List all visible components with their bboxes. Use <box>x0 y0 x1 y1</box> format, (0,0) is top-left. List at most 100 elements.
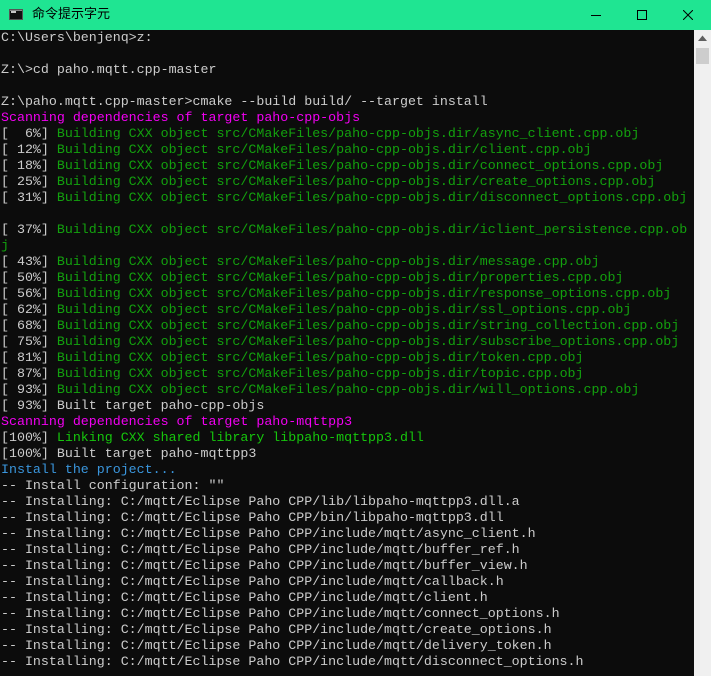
progress-prefix: [ 93%] <box>1 382 57 397</box>
progress-prefix: [ 56%] <box>1 286 57 301</box>
console-line: Z:\>cd paho.mqtt.cpp-master <box>1 62 694 78</box>
console-line: [ 50%] Building CXX object src/CMakeFile… <box>1 270 694 286</box>
console-line: [100%] Linking CXX shared library libpah… <box>1 430 694 446</box>
console-line-text: -- Installing: C:/mqtt/Eclipse Paho CPP/… <box>1 638 552 653</box>
scroll-thumb[interactable] <box>696 48 709 64</box>
console-line: [ 93%] Building CXX object src/CMakeFile… <box>1 382 694 398</box>
console-line: -- Installing: C:/mqtt/Eclipse Paho CPP/… <box>1 542 694 558</box>
console-line-text: Building CXX object src/CMakeFiles/paho-… <box>56 350 584 365</box>
console-line-text: -- Installing: C:/mqtt/Eclipse Paho CPP/… <box>1 574 504 589</box>
minimize-button[interactable] <box>573 0 619 30</box>
console-line-text: -- Installing: C:/mqtt/Eclipse Paho CPP/… <box>1 558 528 573</box>
progress-prefix: [ 12%] <box>1 142 57 157</box>
console-line-text: -- Installing: C:/mqtt/Eclipse Paho CPP/… <box>1 494 520 509</box>
console-line: [ 18%] Building CXX object src/CMakeFile… <box>1 158 694 174</box>
console-line: -- Install configuration: "" <box>1 478 694 494</box>
console-line-text: Building CXX object src/CMakeFiles/paho-… <box>56 318 680 333</box>
console-line: [ 25%] Building CXX object src/CMakeFile… <box>1 174 694 190</box>
console-line-text: -- Installing: C:/mqtt/Eclipse Paho CPP/… <box>1 622 552 637</box>
progress-prefix: [ 25%] <box>1 174 57 189</box>
console-line-text: Z:\paho.mqtt.cpp-master>cmake --build bu… <box>1 94 488 109</box>
progress-prefix: [ 43%] <box>1 254 57 269</box>
console-line: [ 75%] Building CXX object src/CMakeFile… <box>1 334 694 350</box>
console-line: Scanning dependencies of target paho-mqt… <box>1 414 694 430</box>
minimize-icon <box>591 15 601 16</box>
console-line-text: -- Install configuration: "" <box>1 478 225 493</box>
console-line-text: Building CXX object src/CMakeFiles/paho-… <box>56 302 632 317</box>
console-line-text: Scanning dependencies of target paho-cpp… <box>1 110 361 125</box>
console-line: [100%] Built target paho-mqttpp3 <box>1 446 694 462</box>
console-line-text: Scanning dependencies of target paho-mqt… <box>1 414 353 429</box>
progress-prefix: [ 37%] <box>1 222 57 237</box>
console-line: -- Installing: C:/mqtt/Eclipse Paho CPP/… <box>1 510 694 526</box>
console-line-text: C:\Users\benjenq>z: <box>1 30 153 45</box>
console-line-text: -- Installing: C:/mqtt/Eclipse Paho CPP/… <box>1 654 584 669</box>
console-line: -- Installing: C:/mqtt/Eclipse Paho CPP/… <box>1 654 694 670</box>
console-line: j <box>1 238 694 254</box>
console-output[interactable]: C:\Users\benjenq>z: Z:\>cd paho.mqtt.cpp-… <box>0 30 694 676</box>
progress-prefix: [ 62%] <box>1 302 57 317</box>
progress-prefix: [ 31%] <box>1 190 57 205</box>
console-app-icon[interactable] <box>9 9 23 20</box>
console-line-text: Building CXX object src/CMakeFiles/paho-… <box>56 366 584 381</box>
console-line-text: Building CXX object src/CMakeFiles/paho-… <box>56 126 640 141</box>
maximize-button[interactable] <box>619 0 665 30</box>
command-prompt-window: 命令提示字元 C:\Users\benjenq>z: Z:\>cd paho.mq… <box>0 0 711 676</box>
progress-prefix: [ 87%] <box>1 366 57 381</box>
console-line: -- Installing: C:/mqtt/Eclipse Paho CPP/… <box>1 638 694 654</box>
console-line: [ 62%] Building CXX object src/CMakeFile… <box>1 302 694 318</box>
console-line: -- Installing: C:/mqtt/Eclipse Paho CPP/… <box>1 622 694 638</box>
console-line: [ 93%] Built target paho-cpp-objs <box>1 398 694 414</box>
scroll-up-button[interactable] <box>694 30 711 47</box>
progress-prefix: [ 6%] <box>1 126 57 141</box>
console-line: Install the project... <box>1 462 694 478</box>
console-line: C:\Users\benjenq>z: <box>1 30 694 46</box>
console-line-text: [ 93%] Built target paho-cpp-objs <box>1 398 265 413</box>
console-line-text: Install the project... <box>1 462 177 477</box>
console-line: [ 43%] Building CXX object src/CMakeFile… <box>1 254 694 270</box>
console-line: Z:\paho.mqtt.cpp-master>cmake --build bu… <box>1 94 694 110</box>
progress-prefix: [ 50%] <box>1 270 57 285</box>
console-line: [ 31%] Building CXX object src/CMakeFile… <box>1 190 694 206</box>
console-line-text: Building CXX object src/CMakeFiles/paho-… <box>56 270 624 285</box>
console-line-text: Building CXX object src/CMakeFiles/paho-… <box>56 190 688 205</box>
console-line-text: Building CXX object src/CMakeFiles/paho-… <box>56 286 672 301</box>
console-line: -- Installing: C:/mqtt/Eclipse Paho CPP/… <box>1 526 694 542</box>
window-title: 命令提示字元 <box>32 7 111 22</box>
console-line: [ 68%] Building CXX object src/CMakeFile… <box>1 318 694 334</box>
close-icon <box>683 10 693 20</box>
console-line: [ 12%] Building CXX object src/CMakeFile… <box>1 142 694 158</box>
console-line-text: -- Installing: C:/mqtt/Eclipse Paho CPP/… <box>1 590 488 605</box>
progress-prefix: [ 75%] <box>1 334 57 349</box>
console-line: -- Installing: C:/mqtt/Eclipse Paho CPP/… <box>1 590 694 606</box>
console-line-text: Building CXX object src/CMakeFiles/paho-… <box>56 222 688 237</box>
console-line-text: -- Installing: C:/mqtt/Eclipse Paho CPP/… <box>1 510 504 525</box>
title-bar[interactable]: 命令提示字元 <box>0 0 711 30</box>
console-line: -- Installing: C:/mqtt/Eclipse Paho CPP/… <box>1 574 694 590</box>
console-line: -- Installing: C:/mqtt/Eclipse Paho CPP/… <box>1 558 694 574</box>
console-line: [ 37%] Building CXX object src/CMakeFile… <box>1 222 694 238</box>
console-line-text: Building CXX object src/CMakeFiles/paho-… <box>56 142 592 157</box>
console-line: -- Installing: C:/mqtt/Eclipse Paho CPP/… <box>1 494 694 510</box>
console-line-text: -- Installing: C:/mqtt/Eclipse Paho CPP/… <box>1 526 536 541</box>
progress-prefix: [ 68%] <box>1 318 57 333</box>
console-line-text: Building CXX object src/CMakeFiles/paho-… <box>56 158 664 173</box>
console-line-text: Linking CXX shared library libpaho-mqttp… <box>56 430 424 445</box>
vertical-scrollbar[interactable] <box>694 30 711 676</box>
console-line: [ 6%] Building CXX object src/CMakeFiles… <box>1 126 694 142</box>
console-lines: C:\Users\benjenq>z: Z:\>cd paho.mqtt.cpp-… <box>0 30 694 670</box>
console-line: Scanning dependencies of target paho-cpp… <box>1 110 694 126</box>
close-button[interactable] <box>665 0 711 30</box>
console-line-text: -- Installing: C:/mqtt/Eclipse Paho CPP/… <box>1 606 560 621</box>
console-line-text: j <box>1 238 9 253</box>
console-line-text: Building CXX object src/CMakeFiles/paho-… <box>56 174 656 189</box>
console-line-text: Building CXX object src/CMakeFiles/paho-… <box>56 254 600 269</box>
console-line-text: Z:\>cd paho.mqtt.cpp-master <box>1 62 217 77</box>
maximize-icon <box>637 10 647 20</box>
console-line: [ 87%] Building CXX object src/CMakeFile… <box>1 366 694 382</box>
console-line: -- Installing: C:/mqtt/Eclipse Paho CPP/… <box>1 606 694 622</box>
console-line: [ 81%] Building CXX object src/CMakeFile… <box>1 350 694 366</box>
